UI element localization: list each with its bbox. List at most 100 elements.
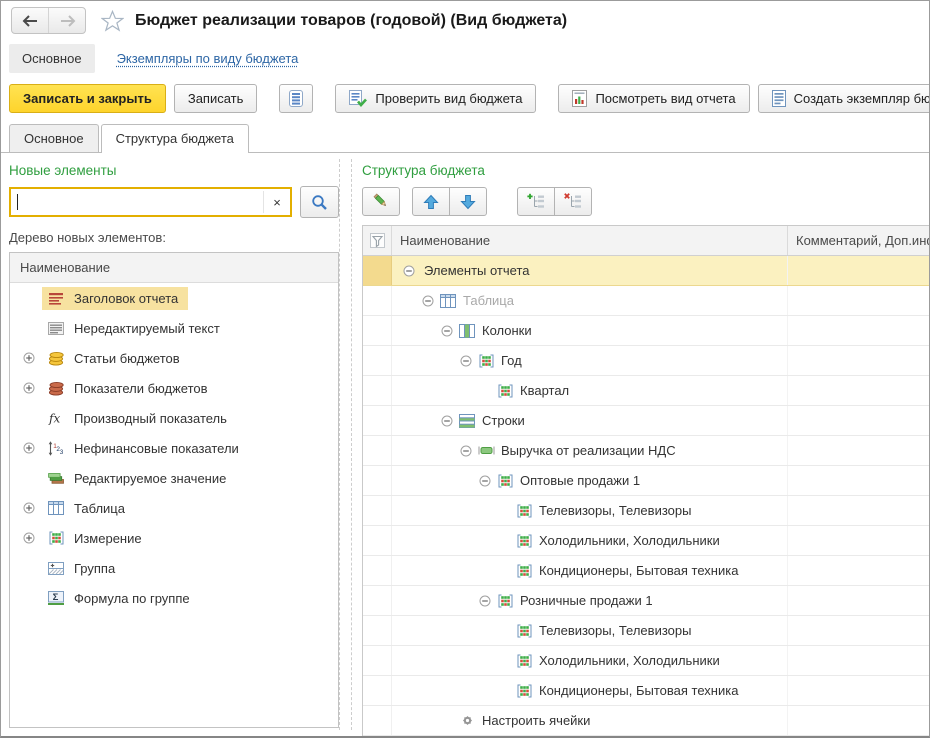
selector-column-header[interactable]: [363, 226, 392, 255]
tree-row[interactable]: Колонки: [363, 316, 929, 346]
row-selector-cell[interactable]: [363, 316, 392, 345]
row-name-cell[interactable]: Холодильники, Холодильники: [392, 646, 788, 675]
list-item[interactable]: Редактируемое значение: [10, 463, 338, 493]
row-selector-cell[interactable]: [363, 286, 392, 315]
tree-row[interactable]: Год: [363, 346, 929, 376]
row-selector-cell[interactable]: [363, 556, 392, 585]
move-down-button[interactable]: [449, 187, 487, 216]
row-name-cell[interactable]: Выручка от реализации НДС: [392, 436, 788, 465]
add-level-button[interactable]: [517, 187, 555, 216]
list-item-body[interactable]: Показатели бюджетов: [42, 377, 218, 400]
row-selector-cell[interactable]: [363, 346, 392, 375]
row-name-cell[interactable]: Настроить ячейки: [392, 706, 788, 735]
clear-search-button[interactable]: ×: [263, 191, 290, 213]
save-close-button[interactable]: Записать и закрыть: [9, 84, 166, 113]
row-comment-cell[interactable]: [788, 346, 929, 375]
row-name-cell[interactable]: Год: [392, 346, 788, 375]
row-name-cell[interactable]: Розничные продажи 1: [392, 586, 788, 615]
row-name-cell[interactable]: Кондиционеры, Бытовая техника: [392, 556, 788, 585]
column-header-comment[interactable]: Комментарий, Доп.инф: [788, 226, 929, 255]
row-selector-cell[interactable]: [363, 586, 392, 615]
expander-plus-icon[interactable]: [23, 502, 42, 514]
view-report-button[interactable]: Посмотреть вид отчета: [558, 84, 749, 113]
list-item-body[interactable]: Статьи бюджетов: [42, 347, 190, 370]
row-selector-cell[interactable]: [363, 676, 392, 705]
nav-main[interactable]: Основное: [9, 44, 95, 73]
row-selector-cell[interactable]: [363, 466, 392, 495]
row-name-cell[interactable]: Элементы отчета: [392, 256, 788, 285]
tree-row[interactable]: Элементы отчета: [363, 256, 929, 286]
row-selector-cell[interactable]: [363, 256, 392, 285]
row-selector-cell[interactable]: [363, 496, 392, 525]
nav-instances-link[interactable]: Экземпляры по виду бюджета: [117, 51, 299, 66]
forward-button[interactable]: [48, 8, 85, 33]
tree-row[interactable]: Выручка от реализации НДС: [363, 436, 929, 466]
row-comment-cell[interactable]: [788, 646, 929, 675]
expander-plus-icon[interactable]: [23, 442, 42, 454]
row-comment-cell[interactable]: [788, 526, 929, 555]
row-comment-cell[interactable]: [788, 676, 929, 705]
row-comment-cell[interactable]: [788, 496, 929, 525]
tree-row[interactable]: Розничные продажи 1: [363, 586, 929, 616]
search-button[interactable]: [300, 186, 339, 218]
expander-minus-icon[interactable]: [440, 415, 454, 427]
row-selector-cell[interactable]: [363, 646, 392, 675]
list-item-body[interactable]: Заголовок отчета: [42, 287, 188, 310]
search-input[interactable]: [18, 189, 263, 215]
row-name-cell[interactable]: Холодильники, Холодильники: [392, 526, 788, 555]
tree-row[interactable]: Кондиционеры, Бытовая техника: [363, 676, 929, 706]
expander-plus-icon[interactable]: [23, 382, 42, 394]
row-name-cell[interactable]: Квартал: [392, 376, 788, 405]
tree-row[interactable]: Холодильники, Холодильники: [363, 646, 929, 676]
tree-row[interactable]: Кондиционеры, Бытовая техника: [363, 556, 929, 586]
list-item-body[interactable]: ΣФормула по группе: [42, 587, 200, 610]
row-selector-cell[interactable]: [363, 526, 392, 555]
row-comment-cell[interactable]: [788, 466, 929, 495]
row-comment-cell[interactable]: [788, 316, 929, 345]
list-item[interactable]: Таблица: [10, 493, 338, 523]
row-comment-cell[interactable]: [788, 256, 929, 285]
remove-level-button[interactable]: [554, 187, 592, 216]
expander-minus-icon[interactable]: [459, 355, 473, 367]
column-header-name[interactable]: Наименование: [392, 226, 788, 255]
expander-minus-icon[interactable]: [402, 265, 416, 277]
row-comment-cell[interactable]: [788, 556, 929, 585]
save-button[interactable]: Записать: [174, 84, 258, 113]
list-item[interactable]: fxПроизводный показатель: [10, 403, 338, 433]
tree-row[interactable]: Строки: [363, 406, 929, 436]
tree-row[interactable]: Холодильники, Холодильники: [363, 526, 929, 556]
expander-plus-icon[interactable]: [23, 352, 42, 364]
list-item-body[interactable]: Измерение: [42, 527, 152, 550]
list-item[interactable]: ΣФормула по группе: [10, 583, 338, 613]
list-item-body[interactable]: Таблица: [42, 497, 135, 520]
tree-row[interactable]: Квартал: [363, 376, 929, 406]
row-comment-cell[interactable]: [788, 376, 929, 405]
row-selector-cell[interactable]: [363, 436, 392, 465]
expander-minus-icon[interactable]: [478, 475, 492, 487]
tree-row[interactable]: Телевизоры, Телевизоры: [363, 496, 929, 526]
expander-minus-icon[interactable]: [421, 295, 435, 307]
list-item-body[interactable]: Нередактируемый текст: [42, 317, 230, 340]
expander-plus-icon[interactable]: [23, 532, 42, 544]
row-selector-cell[interactable]: [363, 406, 392, 435]
tree-row[interactable]: Настроить ячейки: [363, 706, 929, 736]
row-selector-cell[interactable]: [363, 706, 392, 735]
list-item-body[interactable]: 123Нефинансовые показатели: [42, 437, 249, 460]
row-selector-cell[interactable]: [363, 616, 392, 645]
left-column-header[interactable]: Наименование: [10, 253, 338, 283]
favorite-button[interactable]: [101, 10, 124, 32]
create-instance-button[interactable]: Создать экземпляр бюджета: [758, 84, 930, 113]
edit-button[interactable]: [362, 187, 400, 216]
list-item-body[interactable]: Группа: [42, 557, 125, 580]
list-item[interactable]: Статьи бюджетов: [10, 343, 338, 373]
list-item[interactable]: Показатели бюджетов: [10, 373, 338, 403]
tree-row[interactable]: Таблица: [363, 286, 929, 316]
tree-row[interactable]: Телевизоры, Телевизоры: [363, 616, 929, 646]
expander-minus-icon[interactable]: [440, 325, 454, 337]
row-name-cell[interactable]: Таблица: [392, 286, 788, 315]
check-budget-button[interactable]: Проверить вид бюджета: [335, 84, 536, 113]
tab-budget-structure[interactable]: Структура бюджета: [101, 124, 249, 153]
list-item[interactable]: Нередактируемый текст: [10, 313, 338, 343]
row-selector-cell[interactable]: [363, 376, 392, 405]
row-comment-cell[interactable]: [788, 586, 929, 615]
